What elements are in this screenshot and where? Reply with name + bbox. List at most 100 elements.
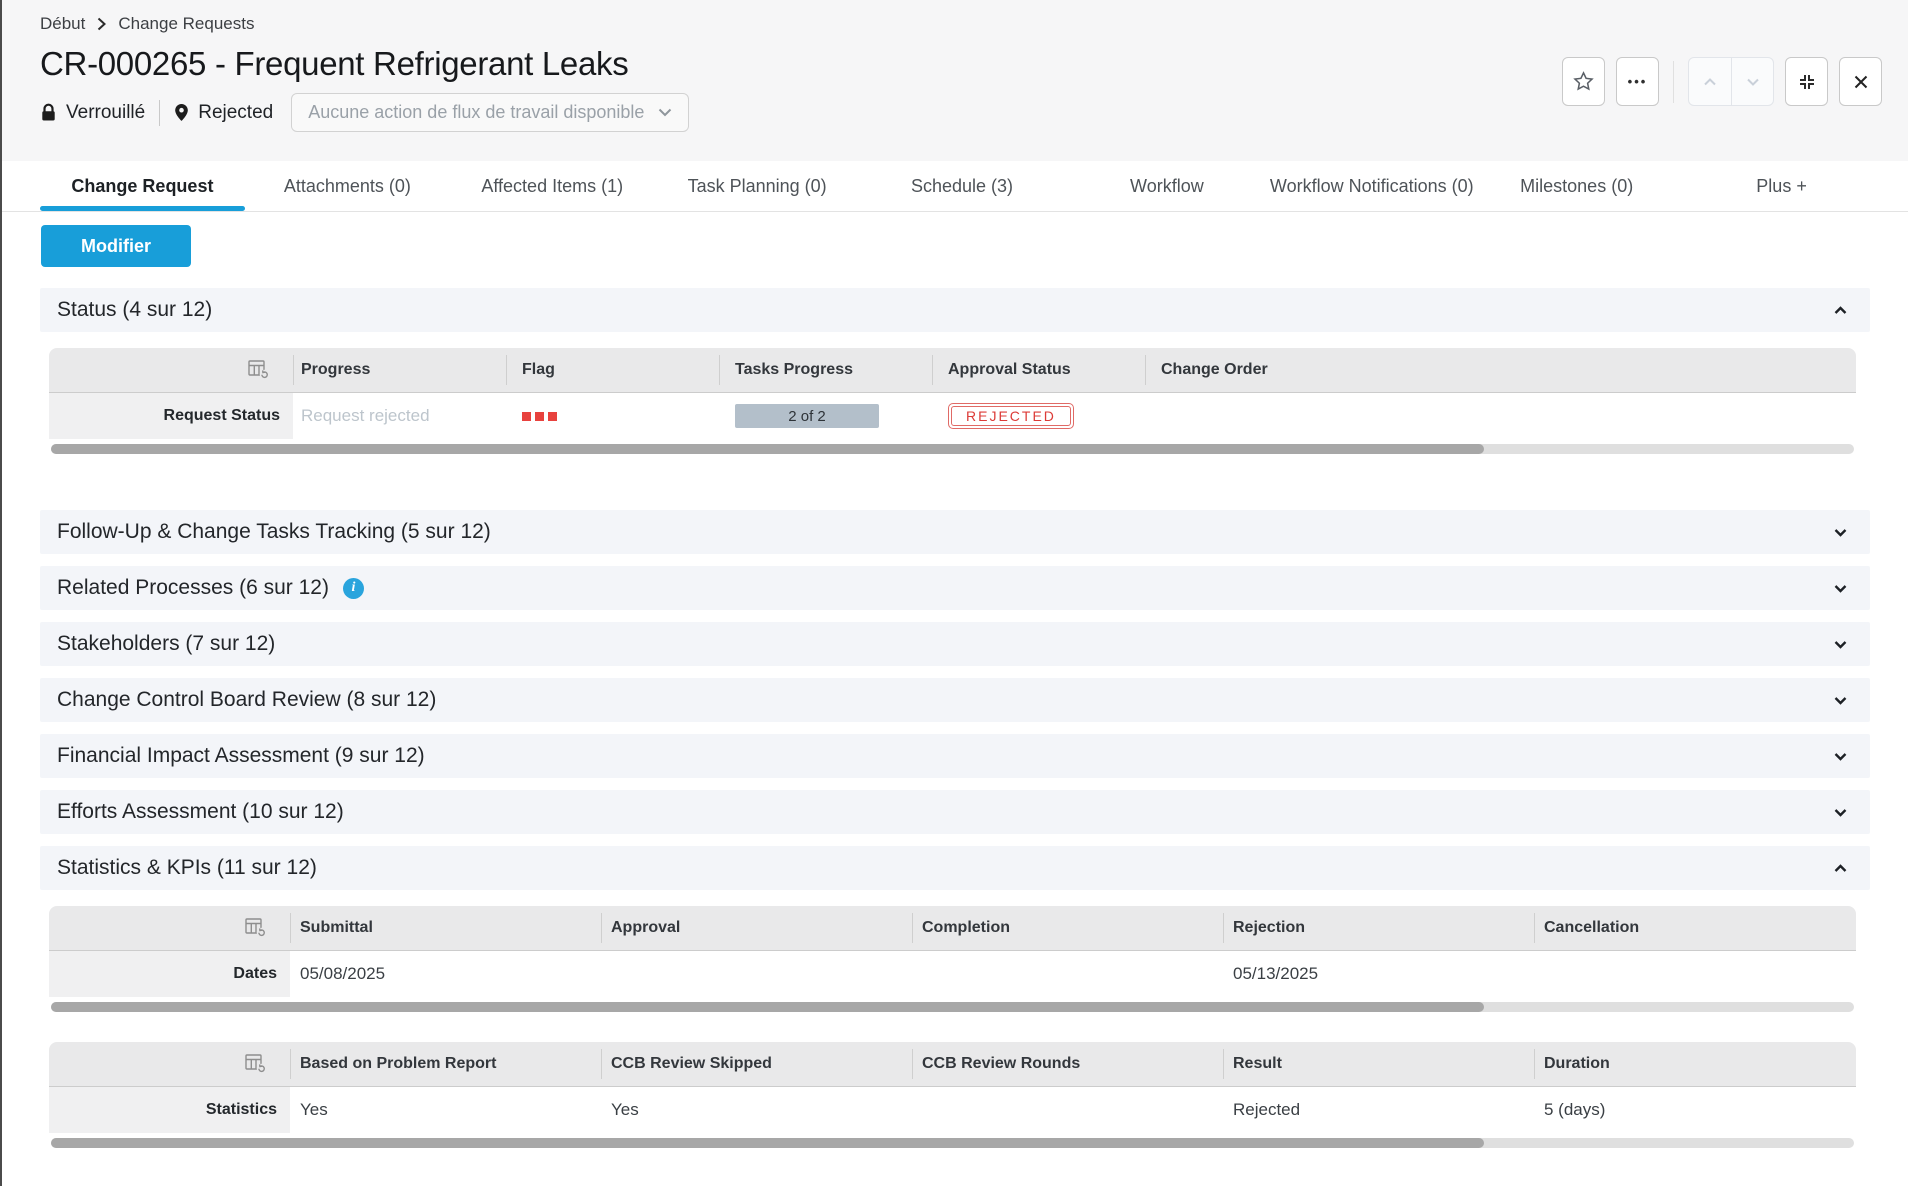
compress-icon bbox=[1798, 73, 1816, 91]
table-corner-cell bbox=[49, 348, 293, 392]
column-header: Cancellation bbox=[1534, 906, 1856, 950]
section-status[interactable]: Status (4 sur 12) bbox=[40, 288, 1870, 332]
section-related-processes[interactable]: Related Processes (6 sur 12) i bbox=[40, 566, 1870, 610]
tab-label: Affected Items (1) bbox=[481, 176, 623, 197]
status-table-header: Progress Flag Tasks Progress Approval St… bbox=[49, 348, 1856, 393]
tab-plus[interactable]: Plus + bbox=[1679, 161, 1884, 211]
meta-divider bbox=[159, 100, 160, 126]
section-efforts-assessment[interactable]: Efforts Assessment (10 sur 12) bbox=[40, 790, 1870, 834]
section-title: Stakeholders (7 sur 12) bbox=[57, 632, 275, 656]
section-title: Efforts Assessment (10 sur 12) bbox=[57, 800, 344, 824]
table-corner-cell bbox=[49, 906, 290, 950]
section-title: Financial Impact Assessment (9 sur 12) bbox=[57, 744, 425, 768]
ccb-review-rounds-cell bbox=[912, 1087, 1223, 1133]
section-ccb-review[interactable]: Change Control Board Review (8 sur 12) bbox=[40, 678, 1870, 722]
chevron-up-icon bbox=[1702, 74, 1718, 90]
column-header: CCB Review Skipped bbox=[601, 1042, 912, 1086]
column-header: Based on Problem Report bbox=[290, 1042, 601, 1086]
previous-item-button[interactable] bbox=[1689, 58, 1731, 105]
horizontal-scrollbar[interactable] bbox=[51, 1138, 1854, 1148]
close-icon bbox=[1853, 74, 1869, 90]
row-label: Dates bbox=[49, 951, 290, 997]
column-header: Submittal bbox=[290, 906, 601, 950]
flag-dot bbox=[535, 412, 544, 421]
breadcrumb: Début Change Requests bbox=[40, 14, 1882, 34]
lock-state: Verrouillé bbox=[40, 102, 145, 124]
table-corner-cell bbox=[49, 1042, 290, 1086]
lock-state-label: Verrouillé bbox=[66, 102, 145, 124]
scrollbar-thumb[interactable] bbox=[51, 1138, 1484, 1148]
column-header: Progress bbox=[293, 348, 506, 392]
section-title: Related Processes (6 sur 12) bbox=[57, 576, 329, 600]
column-header: Duration bbox=[1534, 1042, 1856, 1086]
approval-status-cell: REJECTED bbox=[932, 393, 1145, 439]
tab-milestones[interactable]: Milestones (0) bbox=[1474, 161, 1679, 211]
breadcrumb-home[interactable]: Début bbox=[40, 14, 85, 34]
tab-label: Attachments (0) bbox=[284, 176, 411, 197]
star-icon bbox=[1572, 70, 1595, 93]
chevron-up-icon bbox=[1832, 860, 1849, 877]
duration-cell: 5 (days) bbox=[1534, 1087, 1856, 1133]
tab-label: Change Request bbox=[71, 176, 213, 197]
scrollbar-thumb[interactable] bbox=[51, 1002, 1484, 1012]
tab-schedule[interactable]: Schedule (3) bbox=[860, 161, 1065, 211]
chevron-down-icon bbox=[1832, 748, 1849, 765]
dates-table: Submittal Approval Completion Rejection … bbox=[49, 906, 1856, 1012]
column-header: Approval bbox=[601, 906, 912, 950]
horizontal-scrollbar[interactable] bbox=[51, 1002, 1854, 1012]
statistics-table-header: Based on Problem Report CCB Review Skipp… bbox=[49, 1042, 1856, 1087]
actions-divider bbox=[1673, 61, 1674, 103]
result-cell: Rejected bbox=[1223, 1087, 1534, 1133]
based-on-problem-report-cell: Yes bbox=[290, 1087, 601, 1133]
section-followup-tracking[interactable]: Follow-Up & Change Tasks Tracking (5 sur… bbox=[40, 510, 1870, 554]
table-row: Request Status Request rejected 2 of 2 R… bbox=[49, 393, 1856, 439]
page-header: Début Change Requests CR-000265 - Freque… bbox=[2, 0, 1908, 161]
dates-table-header: Submittal Approval Completion Rejection … bbox=[49, 906, 1856, 951]
next-item-button[interactable] bbox=[1731, 58, 1773, 105]
map-pin-icon bbox=[174, 103, 189, 122]
progress-cell: Request rejected bbox=[293, 393, 506, 439]
completion-date-cell bbox=[912, 951, 1223, 997]
info-icon[interactable]: i bbox=[343, 578, 364, 599]
favorite-button[interactable] bbox=[1562, 57, 1605, 106]
column-header: Approval Status bbox=[932, 348, 1145, 392]
statistics-table: Based on Problem Report CCB Review Skipp… bbox=[49, 1042, 1856, 1148]
ellipsis-icon: ••• bbox=[1628, 74, 1648, 89]
collapse-button[interactable] bbox=[1785, 57, 1828, 106]
tab-workflow-notifications[interactable]: Workflow Notifications (0) bbox=[1269, 161, 1474, 211]
tab-task-planning[interactable]: Task Planning (0) bbox=[655, 161, 860, 211]
flag-cell bbox=[506, 393, 719, 439]
item-nav-group bbox=[1688, 57, 1774, 106]
close-button[interactable] bbox=[1839, 57, 1882, 106]
flag-dot bbox=[548, 412, 557, 421]
tab-label: Plus + bbox=[1756, 176, 1807, 197]
more-button[interactable]: ••• bbox=[1616, 57, 1659, 106]
section-title: Status (4 sur 12) bbox=[57, 298, 212, 322]
flag-dot bbox=[522, 412, 531, 421]
section-stakeholders[interactable]: Stakeholders (7 sur 12) bbox=[40, 622, 1870, 666]
tab-affected-items[interactable]: Affected Items (1) bbox=[450, 161, 655, 211]
section-title: Statistics & KPIs (11 sur 12) bbox=[57, 856, 317, 880]
tab-attachments[interactable]: Attachments (0) bbox=[245, 161, 450, 211]
lock-icon bbox=[40, 103, 57, 122]
tab-label: Task Planning (0) bbox=[688, 176, 827, 197]
section-title: Change Control Board Review (8 sur 12) bbox=[57, 688, 436, 712]
tasks-progress-cell: 2 of 2 bbox=[719, 393, 932, 439]
column-header: Result bbox=[1223, 1042, 1534, 1086]
edit-button[interactable]: Modifier bbox=[41, 225, 191, 267]
tab-workflow[interactable]: Workflow bbox=[1064, 161, 1269, 211]
chevron-down-icon bbox=[1832, 692, 1849, 709]
scrollbar-thumb[interactable] bbox=[51, 444, 1484, 454]
section-title: Follow-Up & Change Tasks Tracking (5 sur… bbox=[57, 520, 491, 544]
section-statistics-kpis[interactable]: Statistics & KPIs (11 sur 12) bbox=[40, 846, 1870, 890]
column-header: Change Order bbox=[1145, 348, 1856, 392]
chevron-right-icon bbox=[97, 17, 106, 31]
workflow-action-dropdown[interactable]: Aucune action de flux de travail disponi… bbox=[291, 93, 689, 132]
horizontal-scrollbar[interactable] bbox=[51, 444, 1854, 454]
row-label: Statistics bbox=[49, 1087, 290, 1133]
lifecycle-state-label: Rejected bbox=[198, 102, 273, 124]
rejection-date-cell: 05/13/2025 bbox=[1223, 951, 1534, 997]
tab-change-request[interactable]: Change Request bbox=[40, 161, 245, 211]
breadcrumb-current[interactable]: Change Requests bbox=[118, 14, 254, 34]
section-financial-impact[interactable]: Financial Impact Assessment (9 sur 12) bbox=[40, 734, 1870, 778]
